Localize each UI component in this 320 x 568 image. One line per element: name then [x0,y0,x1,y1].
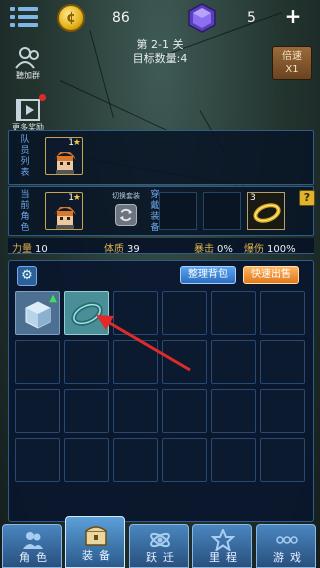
inventory-slot[interactable] [260,291,305,335]
inventory-slot[interactable] [113,438,158,482]
inventory-slot[interactable] [211,340,256,384]
current-character-slot[interactable]: 1 ★ [45,192,83,230]
inventory-slot[interactable] [260,340,305,384]
add-gem-button[interactable]: + [284,6,302,26]
quick-sell-button[interactable]: 快速出售 [243,266,299,284]
reward-video-icon [16,99,40,121]
inventory-slot[interactable] [162,340,207,384]
speed-label: 倍速 [282,51,302,62]
star-icon: ★ [72,193,81,203]
tab-label: 跃迁 [146,551,180,564]
stat-name: 爆伤 [244,244,264,255]
stat-value: 10 [35,244,48,255]
stat-value: 100% [267,244,296,255]
sort-bag-button[interactable]: 整理背包 [180,266,236,284]
characters-icon [23,532,43,549]
inventory-slot-armor-item[interactable]: ▲ [15,291,60,335]
stat-name: 力量 [12,244,32,255]
help-button[interactable]: ? [299,190,315,206]
stat-value: 0% [217,244,233,255]
tab-label: 装备 [82,549,116,562]
star-icon: ★ [72,138,81,148]
inventory-slot[interactable] [15,340,60,384]
inventory-slot[interactable] [162,291,207,335]
tab-milestone[interactable]: 里程 [192,524,252,568]
join-group-label: 聽加群 [16,71,40,80]
stat-crit-damage: 爆伤 100% [244,240,296,255]
tab-games[interactable]: 游戏 [256,524,316,568]
tab-equipment[interactable]: 装备 [65,516,125,568]
team-member-slot[interactable]: 1 ★ [45,137,83,175]
menu-button[interactable] [10,7,38,29]
coin-value: 86 [112,10,130,26]
current-character-panel: 当前角色 1 ★ 切换套装 穿戴装备 3 ? [8,186,315,236]
gear-icon[interactable]: ⚙ [17,266,37,286]
star-icon [211,529,235,551]
inventory-slot[interactable] [260,438,305,482]
team-list-panel: 队员列表 1 ★ [8,130,314,185]
jade-ring-icon [71,302,103,326]
inventory-panel: ⚙ 整理背包 快速出售 ▲ [8,260,314,522]
swap-icon [115,204,137,226]
inventory-slot[interactable] [15,438,60,482]
notification-dot [39,94,46,101]
inventory-slot[interactable] [211,438,256,482]
equip-slot-armor[interactable] [203,192,241,230]
tab-characters[interactable]: 角色 [2,524,62,568]
inventory-slot[interactable] [211,291,256,335]
chest-icon [85,526,107,546]
inventory-slot[interactable] [113,389,158,433]
inventory-slot[interactable] [64,340,109,384]
speed-button[interactable]: 倍速 X1 [272,46,312,80]
character-portrait-icon [54,207,76,229]
switch-outfit-label: 切换套装 [112,192,140,200]
tab-label: 游戏 [273,551,307,564]
speed-multiplier: X1 [285,64,299,75]
top-resource-bar: ¢ 86 5 + [0,0,320,36]
upgrade-arrow-icon: ▲ [49,293,57,304]
gold-ring-icon [253,203,281,223]
switch-outfit-button[interactable]: 切换套装 [108,190,144,232]
gem-value: 5 [247,10,256,26]
inventory-slot[interactable] [260,389,305,433]
inventory-slot[interactable] [64,389,109,433]
inventory-slot-ring-item[interactable] [64,291,109,335]
inventory-slot[interactable] [113,291,158,335]
tab-label: 角色 [19,551,53,564]
equip-slot-ring[interactable]: 3 [247,192,285,230]
stat-name: 暴击 [194,244,214,255]
more-icon [276,536,298,544]
side-menu: 聽加群 更多奖励 [4,42,52,138]
inventory-slot[interactable] [211,389,256,433]
inventory-slot[interactable] [162,438,207,482]
stage-target-count: 目标数量:4 [132,52,188,65]
inventory-slot[interactable] [162,389,207,433]
group-icon [15,47,39,69]
stat-crit: 暴击 0% [194,240,233,255]
join-group-button[interactable]: 聽加群 [4,42,52,86]
team-list-label: 队员列表 [20,135,30,178]
character-portrait-icon [54,152,76,174]
inventory-slot[interactable] [64,438,109,482]
gem-icon [188,3,216,33]
equip-slot-weapon[interactable] [159,192,197,230]
stat-constitution: 体质 39 [104,240,140,255]
stat-name: 体质 [104,244,124,255]
warp-icon [150,532,170,548]
tab-label: 里程 [209,551,243,564]
coin-icon: ¢ [57,4,85,32]
bottom-navigation: 角色 装备 跃迁 里程 游戏 [0,516,320,568]
stat-value: 39 [127,244,140,255]
tab-warp[interactable]: 跃迁 [129,524,189,568]
inventory-slot[interactable] [113,340,158,384]
stat-strength: 力量 10 [12,240,48,255]
inventory-slot[interactable] [15,389,60,433]
current-character-label: 当前角色 [20,190,30,233]
stats-bar: 力量 10 体质 39 暴击 0% 爆伤 100% [8,238,314,255]
